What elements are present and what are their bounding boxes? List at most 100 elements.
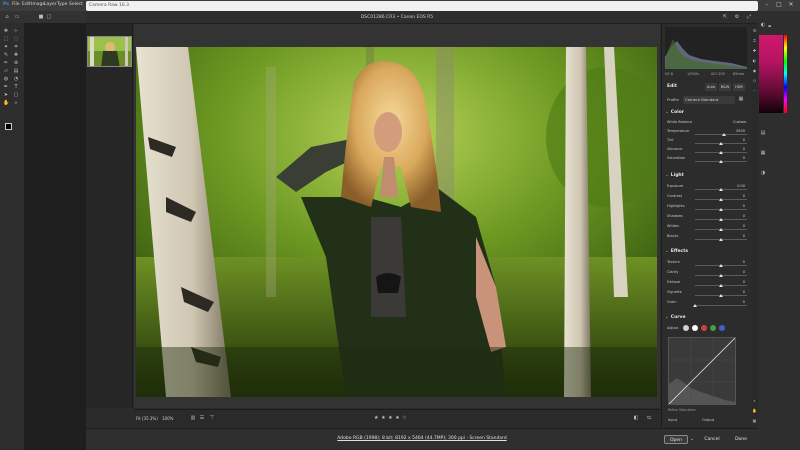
color-section-header[interactable]: ⌄ Color <box>665 110 747 118</box>
curve-section-header[interactable]: ⌄ Curve <box>665 315 747 323</box>
done-button[interactable]: Done <box>729 435 753 444</box>
color-slider-track[interactable] <box>695 142 747 145</box>
color-slider-row[interactable]: Vibrance 0 <box>665 147 747 154</box>
light-slider-thumb[interactable] <box>719 208 723 211</box>
color-slider-track[interactable] <box>695 133 747 136</box>
crop-tool-icon[interactable]: ⌗ <box>13 45 19 50</box>
effects-slider-row[interactable]: Vignette 0 <box>665 290 747 297</box>
hand-tool-icon[interactable]: ✋ <box>3 101 9 106</box>
sort-icon[interactable]: ☰ <box>199 416 205 421</box>
hdr-button[interactable]: HDR <box>733 83 745 91</box>
light-slider-row[interactable]: Shadows 0 <box>665 214 747 221</box>
workflow-options-link[interactable]: Adobe RGB (1998); 8 bit; 8192 x 5464 (44… <box>86 436 758 441</box>
menu-file[interactable]: File <box>12 2 20 7</box>
light-slider-value[interactable]: 0 <box>733 224 745 228</box>
magic-wand-icon[interactable]: ✦ <box>3 45 9 50</box>
light-slider-row[interactable]: Exposure 0.00 <box>665 184 747 191</box>
effects-slider-value[interactable]: 0 <box>733 300 745 304</box>
swatches-tab[interactable]: ▬ <box>768 24 771 28</box>
effects-slider-value[interactable]: 0 <box>733 280 745 284</box>
red-eye-icon[interactable]: ◉ <box>752 68 757 73</box>
effects-section-header[interactable]: ⌄ Effects <box>665 249 747 257</box>
light-slider-thumb[interactable] <box>719 228 723 231</box>
color-slider-value[interactable]: 0 <box>733 147 745 151</box>
green-channel-icon[interactable] <box>710 325 716 331</box>
light-slider-track[interactable] <box>695 198 747 201</box>
maximize-button[interactable]: □ <box>775 1 783 9</box>
minimize-button[interactable]: – <box>763 1 771 9</box>
layers-icon[interactable]: ▦ <box>760 151 766 156</box>
color-panel-icon[interactable]: ◐ <box>760 23 766 28</box>
effects-slider-value[interactable]: 0 <box>733 260 745 264</box>
presets-icon[interactable]: ◇ <box>752 78 757 83</box>
color-slider-value[interactable]: Custom <box>733 120 746 124</box>
effects-slider-track[interactable] <box>693 304 747 307</box>
star-rating[interactable]: ★ ★ ★ ★ ☆ <box>374 415 407 421</box>
hue-slider[interactable] <box>784 35 787 113</box>
zoom-tool-icon[interactable]: ⌕ <box>13 101 19 106</box>
color-slider-row[interactable]: White Balance Custom <box>665 120 747 127</box>
open-preferences-icon[interactable]: ⇱ <box>722 15 728 20</box>
light-slider-track[interactable] <box>695 208 747 211</box>
open-button[interactable]: Open <box>664 435 688 444</box>
light-slider-thumb[interactable] <box>719 238 723 241</box>
heal-icon[interactable]: ✚ <box>752 48 757 53</box>
effects-slider-thumb[interactable] <box>719 264 723 267</box>
healing-brush-icon[interactable]: ✚ <box>13 53 19 58</box>
selection-mode-icon[interactable]: ■ <box>38 15 44 20</box>
light-slider-track[interactable] <box>695 228 747 231</box>
effects-slider-track[interactable] <box>695 264 747 267</box>
red-channel-icon[interactable] <box>701 325 707 331</box>
light-slider-track[interactable] <box>695 188 747 191</box>
toggle-overlay-icon[interactable]: ▦ <box>752 418 757 423</box>
menu-type[interactable]: Type <box>57 2 67 7</box>
effects-slider-thumb[interactable] <box>693 304 697 307</box>
auto-button[interactable]: Auto <box>705 83 717 91</box>
color-slider-row[interactable]: Temperature 5500 <box>665 129 747 136</box>
home-icon[interactable]: ⌂ <box>4 15 10 20</box>
artboard-tool-icon[interactable]: ⊹ <box>13 29 19 34</box>
marquee-option-icon[interactable]: ▭ <box>14 15 20 20</box>
effects-slider-row[interactable]: Texture 0 <box>665 260 747 267</box>
color-slider-row[interactable]: Tint 0 <box>665 138 747 145</box>
preview-photo[interactable] <box>136 47 657 397</box>
dodge-tool-icon[interactable]: ◔ <box>13 77 19 82</box>
light-slider-track[interactable] <box>695 238 747 241</box>
effects-slider-thumb[interactable] <box>719 274 723 277</box>
light-section-header[interactable]: ⌄ Light <box>665 173 747 181</box>
color-slider-thumb[interactable] <box>719 151 723 154</box>
move-tool-icon[interactable]: ✥ <box>3 29 9 34</box>
properties-icon[interactable]: ▤ <box>760 131 766 136</box>
settings-gear-icon[interactable]: ⚙ <box>734 15 740 20</box>
light-slider-thumb[interactable] <box>719 198 723 201</box>
effects-slider-track[interactable] <box>695 284 747 287</box>
color-slider-row[interactable]: Saturation 0 <box>665 156 747 163</box>
effects-slider-track[interactable] <box>695 294 747 297</box>
masking-icon[interactable]: ◐ <box>752 58 757 63</box>
light-slider-row[interactable]: Whites 0 <box>665 224 747 231</box>
color-slider-thumb[interactable] <box>719 142 723 145</box>
menu-layer[interactable]: Layer <box>44 2 57 7</box>
type-tool-icon[interactable]: T <box>13 85 19 90</box>
light-slider-value[interactable]: 0.00 <box>733 184 745 188</box>
stamp-tool-icon[interactable]: ⊕ <box>13 61 19 66</box>
menu-select[interactable]: Select <box>69 2 83 7</box>
open-options-icon[interactable]: ⌄ <box>689 437 695 442</box>
brush-tool-icon[interactable]: ✏ <box>3 61 9 66</box>
hand-icon[interactable]: ✋ <box>752 408 757 413</box>
close-button[interactable]: ✕ <box>787 1 795 9</box>
effects-slider-track[interactable] <box>695 274 747 277</box>
fullscreen-icon[interactable]: ⤢ <box>746 15 752 20</box>
light-slider-thumb[interactable] <box>719 218 723 221</box>
photoshop-logo-icon[interactable]: Ps <box>3 2 9 7</box>
marquee-tool-icon[interactable]: ⬚ <box>3 37 9 42</box>
gradient-tool-icon[interactable]: ▤ <box>13 69 19 74</box>
pen-tool-icon[interactable]: ✒ <box>3 85 9 90</box>
light-slider-thumb[interactable] <box>719 188 723 191</box>
light-slider-row[interactable]: Blacks 0 <box>665 234 747 241</box>
edit-sliders-icon[interactable]: ☰ <box>752 28 757 33</box>
before-after-icon[interactable]: ◧ <box>633 416 639 421</box>
image-preview-area[interactable] <box>134 24 660 408</box>
color-slider-value[interactable]: 5500 <box>733 129 745 133</box>
effects-slider-row[interactable]: Dehaze 0 <box>665 280 747 287</box>
